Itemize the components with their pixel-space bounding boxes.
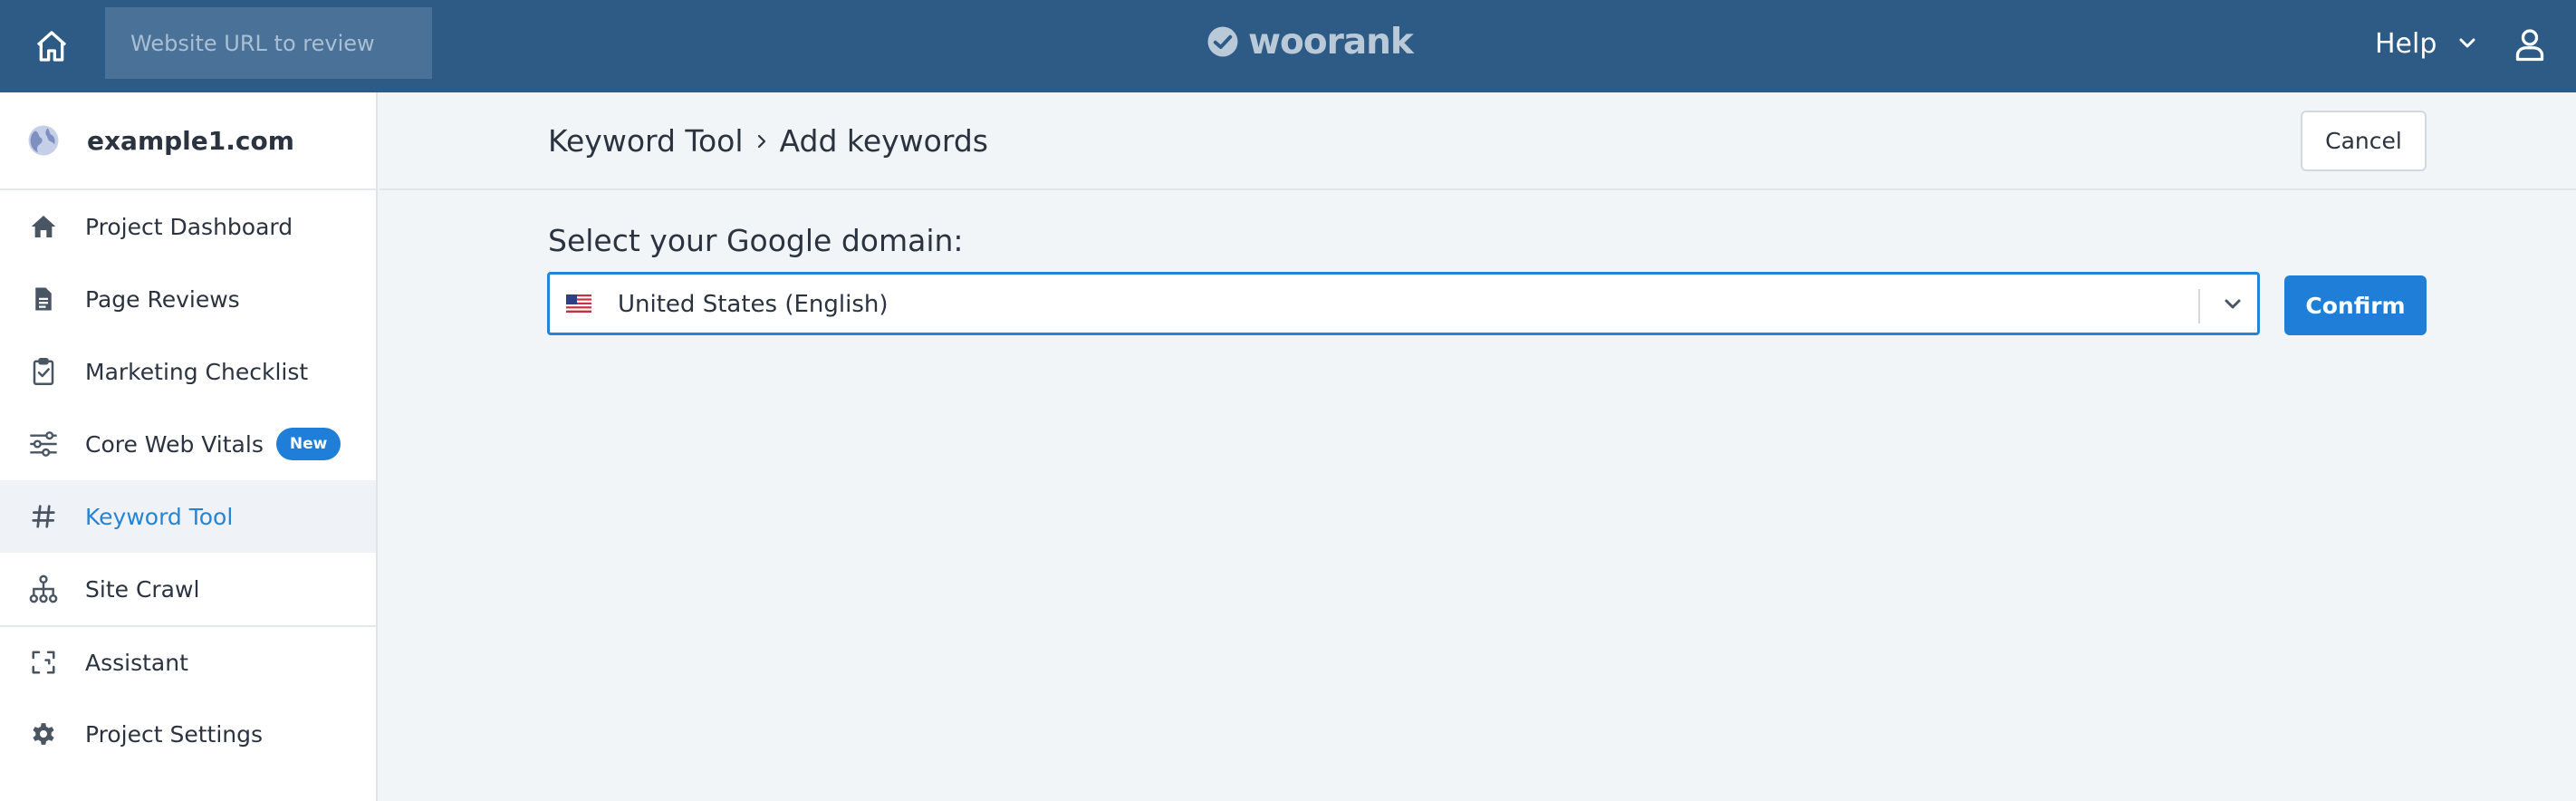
- sidebar-item-site-crawl[interactable]: Site Crawl: [0, 553, 376, 625]
- google-domain-select[interactable]: United States (English): [547, 272, 2260, 335]
- check-circle-icon: [1207, 26, 1238, 57]
- chevron-down-icon: [2225, 299, 2241, 309]
- document-icon: [35, 287, 52, 311]
- cancel-button[interactable]: Cancel: [2301, 111, 2427, 171]
- breadcrumb-current: Add keywords: [779, 123, 988, 159]
- sitemap-icon: [29, 574, 58, 603]
- page-header: Keyword Tool Add keywords Cancel: [380, 92, 2576, 190]
- breadcrumb-parent[interactable]: Keyword Tool: [548, 123, 744, 159]
- selected-domain-value: United States (English): [618, 291, 889, 318]
- sidebar-item-project-dashboard[interactable]: Project Dashboard: [0, 190, 376, 263]
- help-label: Help: [2375, 27, 2437, 60]
- sidebar-item-label: Core Web Vitals: [85, 430, 264, 458]
- project-name: example1.com: [87, 125, 294, 156]
- us-flag-icon: [566, 294, 591, 313]
- sidebar-item-core-web-vitals[interactable]: Core Web Vitals New: [0, 408, 376, 480]
- gear-icon: [33, 723, 54, 745]
- confirm-button[interactable]: Confirm: [2284, 275, 2427, 335]
- top-bar: woorank Help: [0, 0, 2576, 92]
- globe-icon: [28, 125, 59, 156]
- chevron-right-icon: [757, 134, 765, 148]
- brand-logo[interactable]: woorank: [1206, 21, 1414, 63]
- sidebar-item-assistant[interactable]: Assistant: [0, 625, 376, 698]
- sidebar-item-label: Project Settings: [85, 720, 264, 748]
- user-account-button[interactable]: [2507, 22, 2552, 67]
- sidebar-item-keyword-tool[interactable]: Keyword Tool: [0, 480, 376, 553]
- sidebar-item-label: Assistant: [85, 649, 188, 676]
- sidebar: example1.com Project Dashboard Page Revi…: [0, 92, 378, 801]
- new-badge: New: [275, 428, 341, 460]
- sidebar-item-label: Page Reviews: [85, 285, 240, 313]
- brand-name: woorank: [1248, 21, 1414, 63]
- sidebar-item-page-reviews[interactable]: Page Reviews: [0, 263, 376, 335]
- sidebar-item-label: Site Crawl: [85, 575, 200, 603]
- sliders-icon: [30, 431, 57, 457]
- home-button[interactable]: [29, 24, 74, 69]
- google-domain-label: Select your Google domain:: [548, 223, 964, 258]
- website-url-input[interactable]: [105, 7, 432, 79]
- clipboard-check-icon: [33, 358, 54, 385]
- sidebar-item-label: Keyword Tool: [85, 503, 234, 530]
- house-icon: [31, 216, 56, 237]
- sidebar-item-project-settings[interactable]: Project Settings: [0, 698, 376, 770]
- home-icon: [36, 31, 67, 62]
- chevron-down-icon: [2459, 38, 2475, 48]
- project-selector[interactable]: example1.com: [0, 92, 376, 190]
- sidebar-item-label: Project Dashboard: [85, 213, 293, 240]
- sidebar-item-marketing-checklist[interactable]: Marketing Checklist: [0, 335, 376, 408]
- select-divider: [2198, 289, 2200, 323]
- hashtag-icon: [32, 505, 55, 528]
- sidebar-item-label: Marketing Checklist: [85, 358, 309, 385]
- scan-icon: [32, 651, 55, 674]
- breadcrumb: Keyword Tool Add keywords: [548, 123, 988, 159]
- user-icon: [2515, 29, 2544, 62]
- help-menu[interactable]: Help: [2375, 24, 2478, 63]
